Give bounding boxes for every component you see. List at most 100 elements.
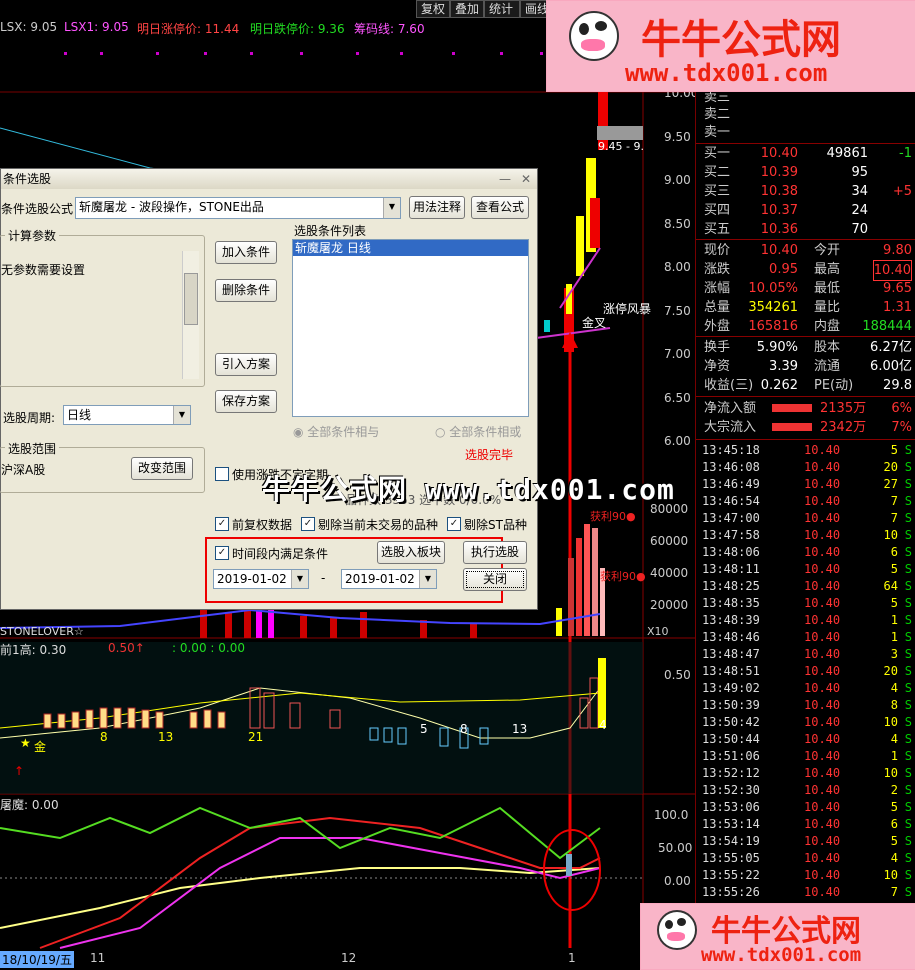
tick-time: 13:53:14	[702, 817, 760, 831]
formula-value: 斩魔屠龙 - 波段操作，STONE出品	[79, 200, 264, 214]
close-button[interactable]: 关闭	[463, 568, 527, 591]
tick-row[interactable]: 13:48:51 10.40 20 S	[696, 663, 915, 680]
bid-2-row[interactable]: 买二 10.39 95	[696, 163, 915, 182]
tick-side: S	[904, 783, 912, 797]
tick-price: 10.40	[804, 834, 841, 848]
tick-price: 10.40	[804, 698, 841, 712]
tick-row[interactable]: 13:45:18 10.40 5 S	[696, 442, 915, 459]
adjust-checkbox[interactable]: ✓	[215, 517, 229, 531]
tick-row[interactable]: 13:48:35 10.40 5 S	[696, 595, 915, 612]
tick-row[interactable]: 13:55:26 10.40 7 S	[696, 884, 915, 901]
tick-row[interactable]: 13:46:54 10.40 7 S	[696, 493, 915, 510]
osc-tick: 100.0	[654, 808, 689, 822]
bid-1-row[interactable]: 买一 10.40 49861 -1	[696, 144, 915, 163]
usage-notes-button[interactable]: 用法注释	[409, 196, 465, 219]
import-scheme-button[interactable]: 引入方案	[215, 353, 277, 376]
up-arrow-icon: ↑	[14, 764, 25, 778]
bid-3-row[interactable]: 买三 10.38 34 +5	[696, 182, 915, 201]
tick-side: S	[904, 477, 912, 491]
price-tick: 9.00	[664, 173, 691, 187]
tick-row[interactable]: 13:50:42 10.40 10 S	[696, 714, 915, 731]
tick-row[interactable]: 13:55:05 10.40 4 S	[696, 850, 915, 867]
add-condition-button[interactable]: 加入条件	[215, 241, 277, 264]
volume-tick: 20000	[650, 598, 689, 612]
tick-amount: 6	[890, 545, 898, 559]
close-icon[interactable]: ✕	[521, 169, 531, 189]
untraded-checkbox[interactable]: ✓	[301, 517, 315, 531]
tick-row[interactable]: 13:52:30 10.40 2 S	[696, 782, 915, 799]
tick-time: 13:50:44	[702, 732, 760, 746]
date-cursor: 18/10/19/五	[0, 951, 74, 968]
period-condition-checkbox[interactable]: ✓	[215, 546, 229, 560]
tick-row[interactable]: 13:50:39 10.40 8 S	[696, 697, 915, 714]
tick-price: 10.40	[804, 647, 841, 661]
tick-row[interactable]: 13:48:06 10.40 6 S	[696, 544, 915, 561]
scrollbar-thumb[interactable]	[184, 273, 198, 325]
restore-rights-button[interactable]: 复权	[416, 0, 450, 18]
tick-row[interactable]: 13:50:44 10.40 4 S	[696, 731, 915, 748]
quote-panel: 卖三 卖二 卖一 买一 10.40 49861 -1 买二 10.39 95 买三 10.3…	[695, 88, 915, 968]
tick-row[interactable]: 13:51:06 10.40 1 S	[696, 748, 915, 765]
sub-indicator-v2: : 0.00 : 0.00	[172, 641, 245, 655]
view-formula-button[interactable]: 查看公式	[471, 196, 529, 219]
period-select[interactable]: 日线 ▼	[63, 405, 191, 425]
tick-row[interactable]: 13:49:02 10.40 4 S	[696, 680, 915, 697]
tick-price: 10.40	[804, 596, 841, 610]
tick-time: 13:48:25	[702, 579, 760, 593]
profit-label-1: 获利90●	[590, 510, 636, 523]
tick-row[interactable]: 13:52:12 10.40 10 S	[696, 765, 915, 782]
tick-row[interactable]: 13:47:58 10.40 10 S	[696, 527, 915, 544]
execute-button[interactable]: 执行选股	[463, 541, 527, 564]
radio-or[interactable]: ○ 全部条件相或	[435, 423, 521, 440]
tick-row[interactable]: 13:54:19 10.40 5 S	[696, 833, 915, 850]
tick-row[interactable]: 13:48:47 10.40 3 S	[696, 646, 915, 663]
save-scheme-button[interactable]: 保存方案	[215, 390, 277, 413]
minimize-icon[interactable]: —	[499, 169, 511, 189]
bid-4-row[interactable]: 买四 10.37 24	[696, 201, 915, 220]
tick-row[interactable]: 13:48:11 10.40 5 S	[696, 561, 915, 578]
count-4: 4	[599, 718, 607, 732]
tick-row[interactable]: 13:53:06 10.40 5 S	[696, 799, 915, 816]
tick-row[interactable]: 13:48:46 10.40 1 S	[696, 629, 915, 646]
tick-side: S	[904, 630, 912, 644]
profit-label-2: 获利90●	[600, 570, 646, 583]
limit-down-price: 明日跌停价: 9.36	[250, 22, 345, 36]
dialog-titlebar[interactable]: 条件选股 — ✕	[1, 169, 537, 189]
tick-price: 10.40	[804, 817, 841, 831]
tick-row[interactable]: 13:53:14 10.40 6 S	[696, 816, 915, 833]
tick-amount: 10	[883, 715, 898, 729]
tick-side: S	[904, 800, 912, 814]
tick-row[interactable]: 13:48:25 10.40 64 S	[696, 578, 915, 595]
date-from-value: 2019-01-02	[217, 572, 287, 586]
change-range-button[interactable]: 改变范围	[131, 457, 193, 480]
tick-row[interactable]: 13:46:08 10.40 20 S	[696, 459, 915, 476]
price-tick: 8.00	[664, 260, 691, 274]
tick-time: 13:48:46	[702, 630, 760, 644]
stock-screener-dialog[interactable]: 条件选股 — ✕ 条件选股公式 斩魔屠龙 - 波段操作，STONE出品 ▼ 用法…	[0, 168, 538, 610]
date-to-select[interactable]: 2019-01-02 ▼	[341, 569, 437, 589]
tick-price: 10.40	[804, 766, 841, 780]
tick-side: S	[904, 851, 912, 865]
overlay-button[interactable]: 叠加	[450, 0, 484, 18]
star-icon: ★	[20, 736, 31, 750]
quote-row: 涨幅 10.05% 最低 9.65	[704, 281, 912, 296]
st-checkbox[interactable]: ✓	[447, 517, 461, 531]
add-to-block-button[interactable]: 选股入板块	[377, 541, 445, 564]
tick-row[interactable]: 13:48:39 10.40 1 S	[696, 612, 915, 629]
count-13: 13	[158, 730, 174, 744]
stats-button[interactable]: 统计	[484, 0, 520, 18]
bid-5-row[interactable]: 买五 10.36 70	[696, 220, 915, 239]
tick-price: 10.40	[804, 528, 841, 542]
tick-row[interactable]: 13:55:22 10.40 10 S	[696, 867, 915, 884]
uncertain-checkbox[interactable]	[215, 467, 229, 481]
price-tick: 6.00	[664, 434, 691, 448]
condition-list[interactable]: 斩魔屠龙 日线	[292, 239, 529, 417]
formula-select[interactable]: 斩魔屠龙 - 波段操作，STONE出品 ▼	[75, 197, 401, 219]
delete-condition-button[interactable]: 删除条件	[215, 279, 277, 302]
tick-row[interactable]: 13:46:49 10.40 27 S	[696, 476, 915, 493]
radio-and[interactable]: ◉ 全部条件相与	[293, 423, 379, 440]
tick-row[interactable]: 13:47:00 10.40 7 S	[696, 510, 915, 527]
condition-list-item[interactable]: 斩魔屠龙 日线	[293, 240, 528, 256]
date-from-select[interactable]: 2019-01-02 ▼	[213, 569, 309, 589]
tick-price: 10.40	[804, 664, 841, 678]
